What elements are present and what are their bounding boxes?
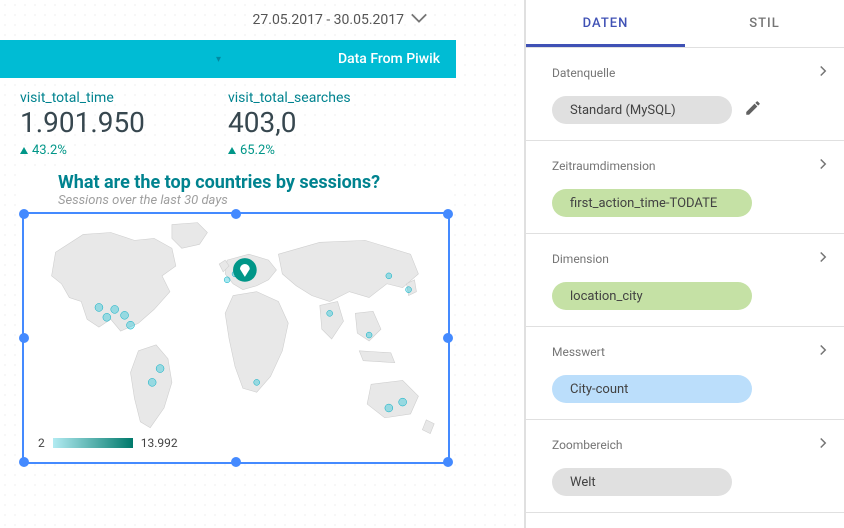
data-source-banner[interactable]: ▾ Data From Piwik	[0, 40, 456, 78]
caret-down-icon	[410, 9, 428, 31]
section-title: Zoombereich	[552, 438, 623, 452]
world-map	[24, 214, 448, 462]
resize-handle[interactable]	[443, 209, 453, 219]
section-metric: Messwert City-count	[526, 327, 844, 420]
metric-label: visit_total_time	[20, 90, 228, 106]
chevron-right-icon[interactable]	[814, 248, 832, 270]
metric-visit-total-time: visit_total_time 1.901.950 43.2%	[20, 90, 228, 158]
date-range-picker[interactable]: 27.05.2017 - 30.05.2017	[0, 0, 456, 40]
dimension-chip[interactable]: location_city	[552, 282, 752, 310]
section-zoom: Zoombereich Welt	[526, 420, 844, 513]
legend-min: 2	[38, 436, 45, 450]
zoom-chip[interactable]: Welt	[552, 468, 732, 496]
resize-handle[interactable]	[19, 457, 29, 467]
metrics-row: visit_total_time 1.901.950 43.2% visit_t…	[0, 78, 456, 166]
date-range-text: 27.05.2017 - 30.05.2017	[253, 12, 404, 28]
section-title: Dimension	[552, 252, 609, 266]
pencil-icon[interactable]	[744, 99, 762, 121]
arrow-up-icon	[228, 147, 236, 154]
geo-chart-card: What are the top countries by sessions? …	[22, 166, 450, 464]
chevron-right-icon[interactable]	[814, 62, 832, 84]
arrow-up-icon	[20, 147, 28, 154]
metric-visit-total-searches: visit_total_searches 403,0 65.2%	[228, 90, 436, 158]
section-title: Messwert	[552, 345, 605, 359]
chart-selection-frame[interactable]: 2 13.992	[22, 212, 450, 464]
timedimension-chip[interactable]: first_action_time-TODATE	[552, 189, 752, 217]
section-datasource: Datenquelle Standard (MySQL)	[526, 48, 844, 141]
chart-title: What are the top countries by sessions?	[22, 166, 450, 193]
metric-label: visit_total_searches	[228, 90, 436, 106]
properties-panel: DATEN STIL Datenquelle Standard (MySQL) …	[525, 0, 844, 528]
section-title: Zeitraumdimension	[552, 159, 656, 173]
resize-handle[interactable]	[231, 209, 241, 219]
resize-handle[interactable]	[443, 333, 453, 343]
resize-handle[interactable]	[19, 333, 29, 343]
chevron-right-icon[interactable]	[814, 434, 832, 456]
resize-handle[interactable]	[19, 209, 29, 219]
legend-max: 13.992	[141, 436, 178, 450]
section-dimension: Dimension location_city	[526, 234, 844, 327]
legend-gradient	[53, 438, 133, 448]
resize-handle[interactable]	[231, 457, 241, 467]
banner-title: Data From Piwik	[338, 51, 440, 67]
caret-down-icon: ▾	[216, 54, 221, 65]
metric-change-value: 65.2%	[240, 143, 275, 158]
section-title: Datenquelle	[552, 66, 615, 80]
metric-chip[interactable]: City-count	[552, 375, 752, 403]
chevron-right-icon[interactable]	[814, 341, 832, 363]
tab-data[interactable]: DATEN	[526, 0, 685, 47]
metric-value: 1.901.950	[20, 108, 228, 139]
metric-change-value: 43.2%	[32, 143, 67, 158]
metric-value: 403,0	[228, 108, 436, 139]
chevron-right-icon[interactable]	[814, 155, 832, 177]
resize-handle[interactable]	[443, 457, 453, 467]
section-timedimension: Zeitraumdimension first_action_time-TODA…	[526, 141, 844, 234]
panel-tabs: DATEN STIL	[526, 0, 844, 48]
metric-change: 65.2%	[228, 143, 436, 158]
map-legend: 2 13.992	[38, 436, 178, 450]
tab-style[interactable]: STIL	[685, 0, 844, 47]
datasource-chip[interactable]: Standard (MySQL)	[552, 96, 732, 124]
metric-change: 43.2%	[20, 143, 228, 158]
